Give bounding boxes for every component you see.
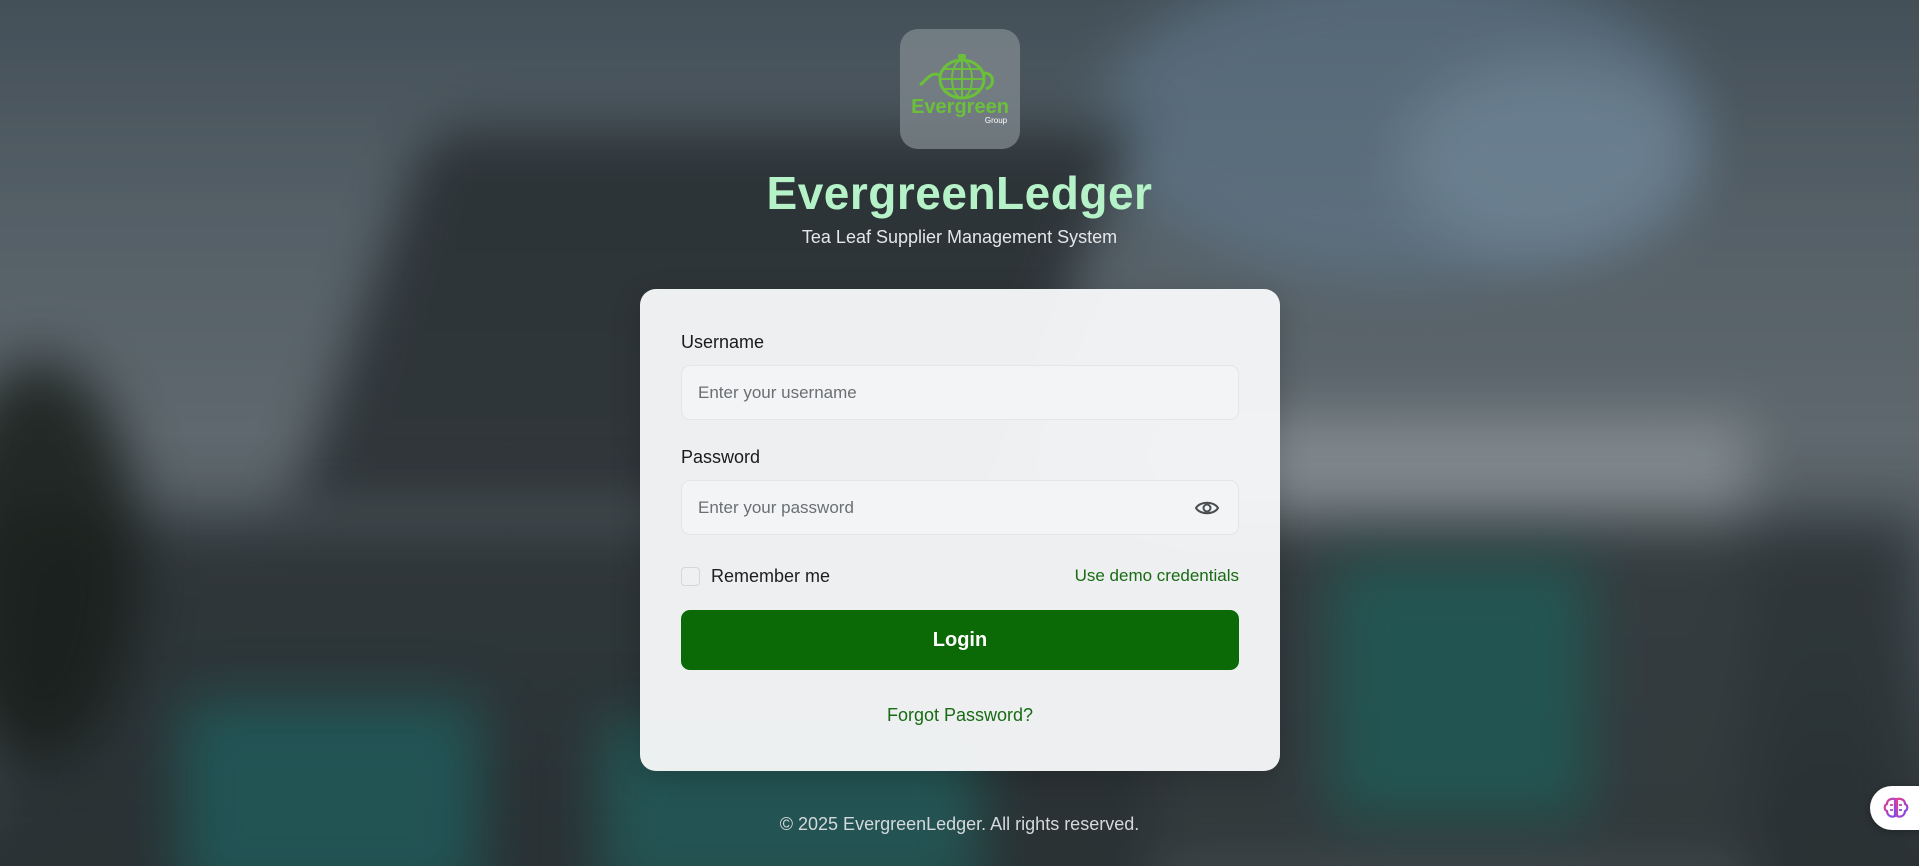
logo-subtext: Group bbox=[985, 116, 1008, 125]
remember-row: Remember me Use demo credentials bbox=[681, 562, 1239, 592]
username-input[interactable] bbox=[682, 366, 1238, 419]
remember-checkbox[interactable] bbox=[681, 567, 700, 586]
login-card: Username Password Remember me Use demo c… bbox=[640, 289, 1280, 771]
footer-copyright: © 2025 EvergreenLedger. All rights reser… bbox=[779, 814, 1140, 834]
app-subtitle: Tea Leaf Supplier Management System bbox=[801, 227, 1118, 247]
username-field-wrapper bbox=[681, 365, 1239, 420]
username-label: Username bbox=[681, 332, 765, 352]
login-button[interactable]: Login bbox=[681, 610, 1239, 670]
brain-icon bbox=[1883, 797, 1909, 818]
password-input[interactable] bbox=[682, 481, 1238, 534]
company-logo: Evergreen Group bbox=[900, 29, 1020, 149]
password-label: Password bbox=[681, 447, 761, 467]
assistant-button[interactable] bbox=[1870, 786, 1919, 830]
forgot-password-link[interactable]: Forgot Password? bbox=[640, 705, 1280, 726]
eye-icon[interactable] bbox=[1194, 496, 1220, 520]
app-title: EvergreenLedger bbox=[766, 167, 1153, 219]
remember-label[interactable]: Remember me bbox=[711, 566, 830, 587]
demo-credentials-link[interactable]: Use demo credentials bbox=[1075, 566, 1239, 586]
logo-wordmark: Evergreen bbox=[911, 96, 1009, 118]
password-field-wrapper bbox=[681, 480, 1239, 535]
